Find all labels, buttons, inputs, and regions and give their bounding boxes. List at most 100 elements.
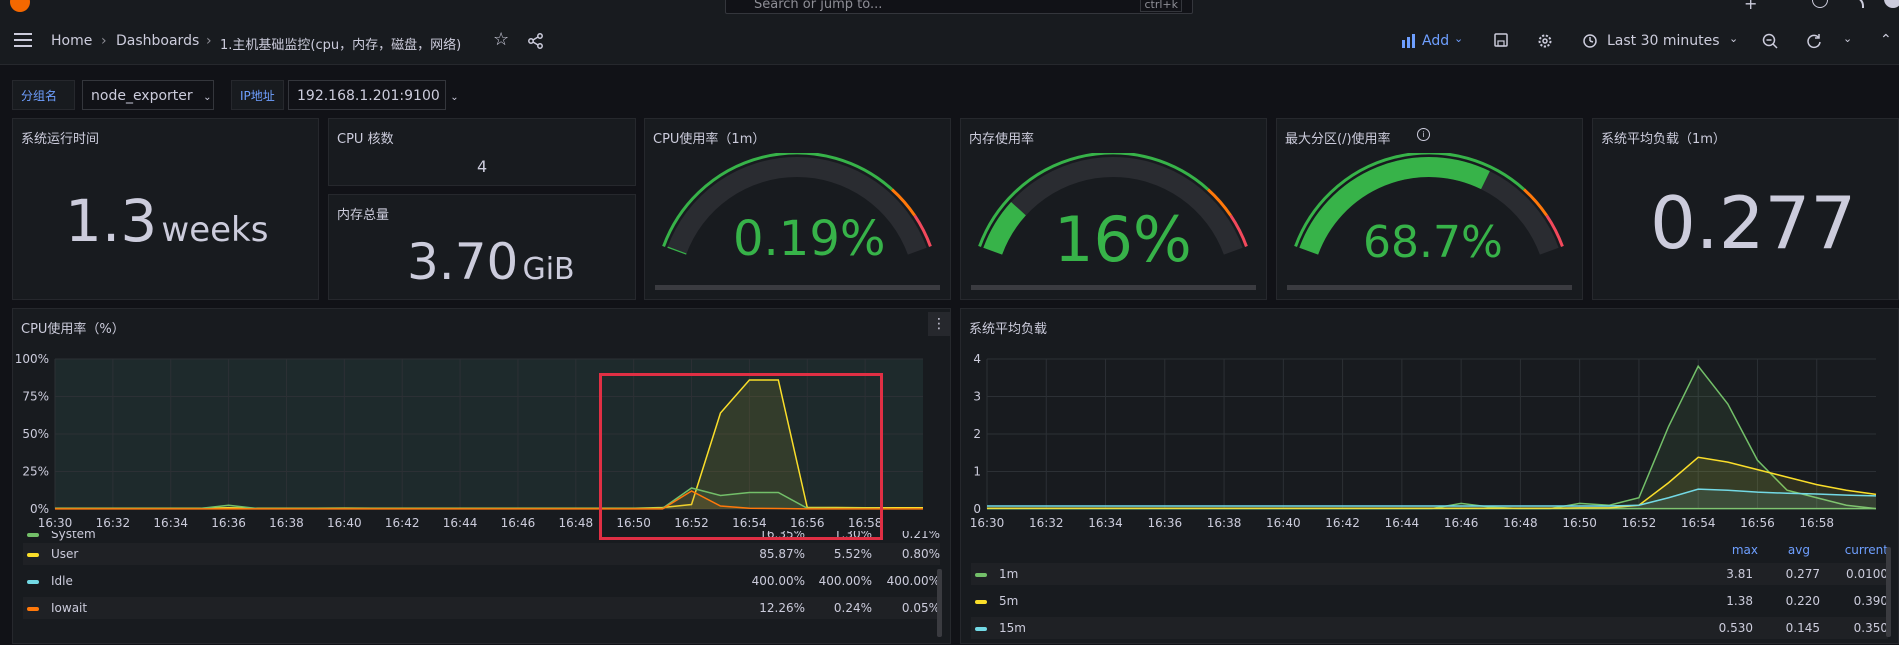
legend-header-current[interactable]: current <box>1845 543 1888 557</box>
panel-title: 系统运行时间 <box>21 128 99 147</box>
legend-swatch <box>27 580 39 584</box>
legend-max: 3.81 <box>1726 563 1753 585</box>
clock-icon[interactable] <box>1583 34 1597 48</box>
legend-current: 400.00% <box>887 570 940 592</box>
legend-header-avg[interactable]: avg <box>1788 543 1810 557</box>
chevron-right-icon: › <box>101 33 107 49</box>
x-tick-label: 16:56 <box>1740 516 1775 530</box>
stat-value: 3.70 GiB <box>407 233 575 291</box>
legend-current: 0.350 <box>1854 617 1888 639</box>
avatar[interactable] <box>1884 0 1899 8</box>
news-icon[interactable] <box>1850 0 1864 8</box>
refresh-icon[interactable] <box>1806 33 1822 49</box>
legend-swatch <box>27 533 39 537</box>
variable-select-group[interactable]: node_exporter ⌄ <box>82 80 214 110</box>
y-tick-label: 50% <box>22 427 49 441</box>
legend-avg: 0.24% <box>834 597 872 619</box>
x-tick-label: 16:54 <box>1681 516 1716 530</box>
legend-name: User <box>51 543 78 565</box>
breadcrumb-home[interactable]: Home <box>51 33 92 49</box>
breadcrumb-current: 1.主机基础监控(cpu，内存，磁盘，网络) <box>220 34 461 53</box>
chart-legend: System 16.35% 1.30% 0.21% User 85.87% 5.… <box>13 531 950 643</box>
legend-row[interactable]: User 85.87% 5.52% 0.80% <box>23 543 940 565</box>
add-panel-icon[interactable] <box>1402 34 1418 48</box>
search-input[interactable]: Search or jump to... ctrl+k <box>725 0 1193 14</box>
stat-number: 1.3 <box>65 187 157 255</box>
x-tick-label: 16:48 <box>559 516 594 530</box>
help-icon[interactable] <box>1812 0 1828 8</box>
kiosk-mode-icon[interactable]: ⌃ <box>1880 32 1892 48</box>
legend-avg: 0.277 <box>1786 563 1820 585</box>
share-icon[interactable] <box>528 33 544 49</box>
legend-scrollbar[interactable] <box>1886 547 1891 637</box>
x-tick-label: 16:50 <box>1562 516 1597 530</box>
gauge-scroll-track <box>971 285 1256 290</box>
panel-title: 系统平均负载（1m） <box>1601 128 1726 147</box>
panel-title: 最大分区(/)使用率 <box>1285 128 1391 147</box>
legend-swatch <box>975 600 987 604</box>
new-button[interactable]: + <box>1744 0 1757 13</box>
gauge-value: 0.19% <box>733 211 885 267</box>
panel-title: 内存总量 <box>337 204 389 223</box>
grafana-logo[interactable] <box>10 0 30 12</box>
time-range-picker[interactable]: Last 30 minutes <box>1607 33 1720 49</box>
variable-label-group: 分组名称 <box>12 80 75 110</box>
save-icon[interactable] <box>1494 33 1508 47</box>
star-icon[interactable]: ☆ <box>493 29 509 50</box>
panel-cpu-cores: CPU 核数 4 <box>328 118 636 186</box>
legend-current: 0.390 <box>1854 590 1888 612</box>
legend-avg: 400.00% <box>819 570 872 592</box>
chevron-down-icon[interactable]: ⌄ <box>1843 32 1852 45</box>
x-tick-label: 16:34 <box>1088 516 1123 530</box>
legend-scrollbar[interactable] <box>937 569 942 637</box>
legend-row[interactable]: 15m 0.530 0.145 0.350 <box>971 617 1888 639</box>
x-tick-label: 16:38 <box>269 516 304 530</box>
load-average-chart: 0123416:3016:3216:3416:3616:3816:4016:42… <box>961 339 1898 569</box>
chevron-down-icon[interactable]: ⌄ <box>1729 32 1738 45</box>
legend-row[interactable]: Idle 400.00% 400.00% 400.00% <box>23 570 940 592</box>
gauge-value: 16% <box>1054 203 1192 276</box>
x-tick-label: 16:30 <box>970 516 1005 530</box>
chevron-down-icon: ⌄ <box>203 92 211 103</box>
y-tick-label: 0% <box>30 502 49 516</box>
zoom-out-icon[interactable] <box>1762 33 1778 49</box>
legend-max: 1.38 <box>1726 590 1753 612</box>
legend-row[interactable]: Iowait 12.26% 0.24% 0.05% <box>23 597 940 619</box>
x-tick-label: 16:44 <box>1385 516 1420 530</box>
legend-swatch <box>975 573 987 577</box>
legend-name: Iowait <box>51 597 87 619</box>
x-tick-label: 16:36 <box>1148 516 1183 530</box>
y-tick-label: 0 <box>973 502 981 516</box>
breadcrumb-dashboards[interactable]: Dashboards <box>116 33 199 49</box>
panel-menu-icon[interactable]: ⋮ <box>928 312 950 336</box>
panel-title: 系统平均负载 <box>969 318 1047 337</box>
nav-bar: Home › Dashboards › 1.主机基础监控(cpu，内存，磁盘，网… <box>0 18 1899 65</box>
legend-swatch <box>27 553 39 557</box>
settings-gear-icon[interactable] <box>1537 33 1553 49</box>
legend-avg: 0.220 <box>1786 590 1820 612</box>
info-icon[interactable]: i <box>1417 128 1430 141</box>
legend-row[interactable]: 1m 3.81 0.277 0.0100 <box>971 563 1888 585</box>
panel-mem-total: 内存总量 3.70 GiB <box>328 194 636 300</box>
search-placeholder: Search or jump to... <box>754 0 882 12</box>
legend-current: 0.0100 <box>1846 563 1888 585</box>
x-tick-label: 16:38 <box>1207 516 1242 530</box>
x-tick-label: 16:42 <box>1325 516 1360 530</box>
legend-name: Idle <box>51 570 73 592</box>
y-tick-label: 1 <box>973 465 981 479</box>
x-tick-label: 16:46 <box>1444 516 1479 530</box>
chevron-down-icon[interactable]: ⌄ <box>1454 32 1463 45</box>
legend-current: 0.05% <box>902 597 940 619</box>
y-tick-label: 2 <box>973 427 981 441</box>
legend-row[interactable]: 5m 1.38 0.220 0.390 <box>971 590 1888 612</box>
legend-current: 0.80% <box>902 543 940 565</box>
legend-swatch <box>27 607 39 611</box>
legend-header-max[interactable]: max <box>1732 543 1758 557</box>
menu-icon[interactable] <box>14 33 32 47</box>
x-tick-label: 16:40 <box>327 516 362 530</box>
x-tick-label: 16:46 <box>501 516 536 530</box>
variable-select-ip[interactable]: 192.168.1.201:9100 ⌄ <box>288 80 446 110</box>
add-button[interactable]: Add <box>1422 33 1449 49</box>
panel-load-timeseries: 系统平均负载 0123416:3016:3216:3416:3616:3816:… <box>960 308 1899 644</box>
panel-cpu-timeseries: CPU使用率（%） ⋮ 0%25%50%75%100%16:3016:3216:… <box>12 308 951 644</box>
